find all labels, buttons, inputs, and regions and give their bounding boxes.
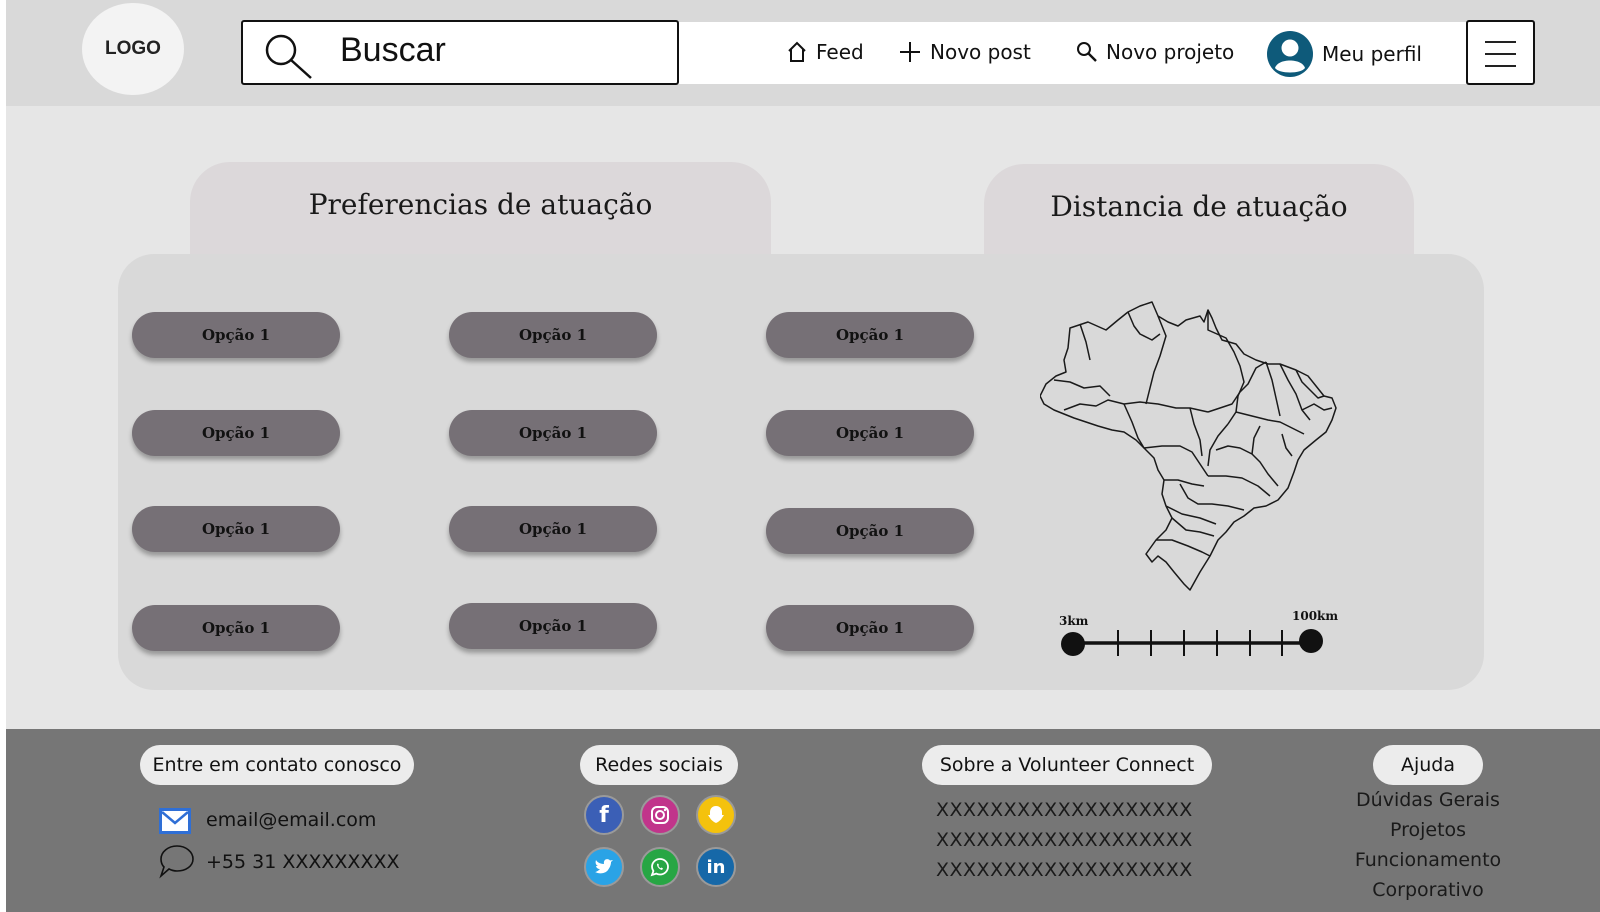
social-title-label: Redes sociais bbox=[595, 754, 723, 776]
twitter-icon[interactable] bbox=[584, 847, 624, 887]
nav-feed[interactable]: Feed bbox=[786, 40, 864, 64]
preferences-title: Preferencias de atuação bbox=[308, 188, 653, 221]
hamburger-icon bbox=[1485, 41, 1516, 67]
facebook-icon[interactable]: f bbox=[584, 795, 624, 835]
help-title: Ajuda bbox=[1373, 745, 1483, 785]
about-title: Sobre a Volunteer Connect bbox=[922, 745, 1212, 785]
about-title-label: Sobre a Volunteer Connect bbox=[939, 754, 1195, 776]
email-icon bbox=[159, 808, 191, 834]
contact-title-label: Entre em contato conosco bbox=[152, 754, 402, 776]
navbar: Feed Novo post Novo projeto Meu perfil bbox=[666, 22, 1466, 84]
help-link-corporate[interactable]: Corporativo bbox=[1328, 879, 1528, 901]
preferences-tab: Preferencias de atuação bbox=[190, 162, 771, 256]
option-pill[interactable]: Opção 1 bbox=[132, 605, 340, 651]
help-title-label: Ajuda bbox=[1400, 754, 1456, 776]
contact-email[interactable]: email@email.com bbox=[206, 809, 376, 831]
search-small-icon bbox=[1077, 42, 1097, 62]
slider-handle-max[interactable] bbox=[1299, 629, 1323, 653]
help-link-general[interactable]: Dúvidas Gerais bbox=[1328, 789, 1528, 811]
option-pill[interactable]: Opção 1 bbox=[449, 506, 657, 552]
option-pill[interactable]: Opção 1 bbox=[766, 508, 974, 554]
menu-button[interactable] bbox=[1466, 20, 1535, 85]
help-link-how-it-works[interactable]: Funcionamento bbox=[1328, 849, 1528, 871]
header: LOGO Feed Novo post Novo projeto Meu per… bbox=[6, 0, 1600, 106]
search-input[interactable]: Buscar bbox=[340, 31, 446, 70]
plus-icon bbox=[900, 42, 920, 62]
option-pill[interactable]: Opção 1 bbox=[766, 605, 974, 651]
linkedin-icon[interactable]: in bbox=[696, 847, 736, 887]
snapchat-icon[interactable] bbox=[696, 795, 736, 835]
distance-slider[interactable] bbox=[1058, 624, 1338, 664]
nav-new-post-label: Novo post bbox=[930, 40, 1031, 64]
search-box[interactable]: Buscar bbox=[241, 20, 679, 85]
option-pill[interactable]: Opção 1 bbox=[132, 410, 340, 456]
distance-title: Distancia de atuação bbox=[1050, 190, 1348, 223]
nav-new-project-label: Novo projeto bbox=[1106, 40, 1235, 64]
contact-phone[interactable]: +55 31 XXXXXXXXX bbox=[206, 851, 400, 873]
option-pill[interactable]: Opção 1 bbox=[132, 506, 340, 552]
search-icon bbox=[265, 34, 312, 79]
nav-new-project[interactable]: Novo projeto bbox=[1076, 40, 1234, 64]
option-pill[interactable]: Opção 1 bbox=[449, 312, 657, 358]
brazil-map bbox=[1040, 301, 1337, 591]
slider-handle-min[interactable] bbox=[1061, 632, 1085, 656]
slider-max-label: 100km bbox=[1292, 609, 1339, 623]
home-icon bbox=[788, 41, 806, 62]
option-pill[interactable]: Opção 1 bbox=[449, 410, 657, 456]
about-line: XXXXXXXXXXXXXXXXXXX bbox=[936, 829, 1193, 851]
about-line: XXXXXXXXXXXXXXXXXXX bbox=[936, 799, 1193, 821]
logo[interactable]: LOGO bbox=[82, 3, 184, 95]
about-line: XXXXXXXXXXXXXXXXXXX bbox=[936, 859, 1193, 881]
whatsapp-icon[interactable] bbox=[640, 847, 680, 887]
nav-new-post[interactable]: Novo post bbox=[898, 40, 1031, 64]
option-pill[interactable]: Opção 1 bbox=[766, 312, 974, 358]
option-pill[interactable]: Opção 1 bbox=[449, 603, 657, 649]
distance-tab: Distancia de atuação bbox=[984, 164, 1414, 256]
nav-profile[interactable]: Meu perfil bbox=[1266, 30, 1422, 78]
contact-title: Entre em contato conosco bbox=[140, 745, 414, 785]
chat-bubble-icon bbox=[159, 845, 194, 879]
nav-profile-label: Meu perfil bbox=[1322, 42, 1422, 66]
nav-feed-label: Feed bbox=[816, 40, 864, 64]
instagram-icon[interactable] bbox=[640, 795, 680, 835]
help-link-projects[interactable]: Projetos bbox=[1328, 819, 1528, 841]
option-pill[interactable]: Opção 1 bbox=[766, 410, 974, 456]
option-pill[interactable]: Opção 1 bbox=[132, 312, 340, 358]
social-title: Redes sociais bbox=[580, 745, 738, 785]
avatar-icon bbox=[1267, 31, 1313, 77]
